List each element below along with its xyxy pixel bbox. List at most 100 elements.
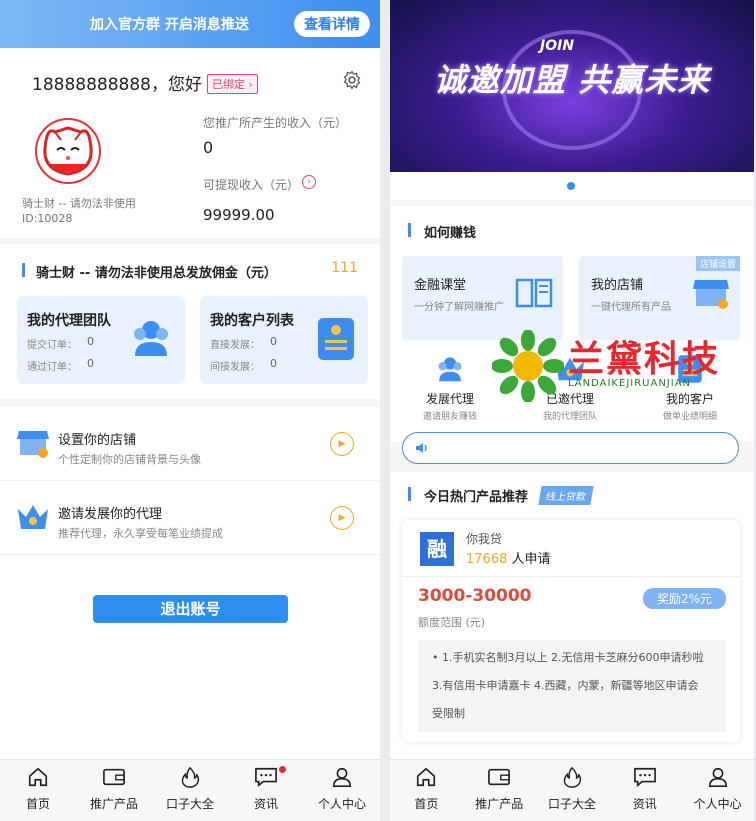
logout-button[interactable]: 退出账号 xyxy=(93,595,288,623)
tab-news[interactable]: 资讯 xyxy=(228,760,304,821)
desc-line: • 1.手机实名制3月以上 2.无信用卡芝麻分600申请秒啦 xyxy=(432,651,704,664)
tab-news[interactable]: 资讯 xyxy=(608,760,681,821)
tab-label: 个人中心 xyxy=(317,797,366,811)
tab-home[interactable]: 首页 xyxy=(0,760,76,821)
play-icon[interactable]: ▶ xyxy=(330,432,354,456)
tab-loans[interactable]: 口子大全 xyxy=(152,760,228,821)
tab-label: 资讯 xyxy=(632,797,657,811)
chevron-right-icon[interactable]: › xyxy=(302,175,316,189)
tab-profile[interactable]: 个人中心 xyxy=(681,760,754,821)
tab-label: 首页 xyxy=(414,797,439,811)
store-icon xyxy=(692,276,730,314)
play-icon[interactable]: ▶ xyxy=(330,506,354,530)
section-marker xyxy=(408,223,411,237)
bound-label: 已绑定 xyxy=(212,78,245,91)
menu-item-store[interactable]: 设置你的店铺 个性定制你的店铺背景与头像 ▶ xyxy=(0,407,380,481)
tab-label: 首页 xyxy=(25,797,50,811)
menu-title: 邀请发展你的代理 xyxy=(58,507,163,522)
hero-join: JOIN xyxy=(540,38,575,54)
card-value: 0 xyxy=(87,335,94,348)
income-label: 您推广所产生的收入（元） xyxy=(203,116,348,130)
message-icon xyxy=(255,767,277,787)
reward-badge: 奖励2%元 xyxy=(642,588,726,609)
commission-title: 骑士财 -- 请勿法非使用总发放佣金（元） xyxy=(36,266,277,281)
card-value: 0 xyxy=(270,335,277,348)
card-subtitle: 一键代理所有产品 xyxy=(591,302,671,313)
menu-item-invite[interactable]: 邀请发展你的代理 推荐代理，永久享受每笔业绩提成 ▶ xyxy=(0,481,380,555)
tab-bar: 首页 推广产品 口子大全 资讯 个人中心 xyxy=(0,759,380,821)
settings-menu: 设置你的店铺 个性定制你的店铺背景与头像 ▶ 邀请发展你的代理 推荐代理，永久享… xyxy=(0,407,380,555)
contact-card-icon xyxy=(316,316,356,366)
card-label: 直接发展： xyxy=(210,340,260,351)
store-icon xyxy=(16,427,50,463)
watermark-text: 兰黛科技 xyxy=(568,339,721,380)
withdraw-value: 99999.00 xyxy=(203,206,275,224)
user-id: 骑士财 -- 请勿法非使用ID:10028 xyxy=(22,197,136,225)
hero-text: 诚邀加盟 共赢未来 xyxy=(433,61,711,99)
banner-text: 加入官方群 开启消息推送 xyxy=(90,17,249,33)
watermark: 兰黛科技 LANDAIKEJIRUANJIAN xyxy=(492,326,752,416)
bound-badge[interactable]: 已绑定 › xyxy=(207,74,258,94)
hero-banner[interactable]: JOIN 诚邀加盟 共赢未来 xyxy=(390,0,754,172)
earn-title: 如何赚钱 xyxy=(424,226,477,241)
loan-range: 3000-30000 xyxy=(418,586,532,606)
avatar[interactable] xyxy=(35,118,101,184)
commission-section: 骑士财 -- 请勿法非使用总发放佣金（元） 111 我的代理团队 提交订单： 0… xyxy=(0,244,380,399)
customer-list-card[interactable]: 我的客户列表 直接发展： 0 间接发展： 0 xyxy=(200,296,368,384)
left-screen: 加入官方群 开启消息推送 查看详情 18888888888，您好 已绑定 › 骑… xyxy=(0,0,380,821)
pager-dot[interactable] xyxy=(567,182,575,190)
desc-line: 受限制 xyxy=(432,707,465,720)
home-icon xyxy=(417,767,436,787)
tab-products[interactable]: 推广产品 xyxy=(463,760,536,821)
team-icon xyxy=(129,316,173,364)
tab-label: 个人中心 xyxy=(693,797,742,811)
flower-logo-icon xyxy=(492,330,564,402)
tab-bar: 首页 推广产品 口子大全 资讯 个人中心 xyxy=(390,759,754,821)
group-banner[interactable]: 加入官方群 开启消息推送 查看详情 xyxy=(0,0,380,48)
profile-card: 18888888888，您好 已绑定 › 骑士财 -- 请勿法非使用ID:100… xyxy=(0,48,380,238)
right-screen: JOIN 诚邀加盟 共赢未来 如何赚钱 金融课堂 一分钟了解网赚推广 店铺设置 … xyxy=(390,0,754,821)
store-settings-tag[interactable]: 店铺设置 xyxy=(695,256,740,271)
tab-label: 推广产品 xyxy=(89,797,138,811)
desc-line: 3.有信用卡申请嘉卡 4.西藏，内蒙，新疆等地区申请会 xyxy=(432,679,699,692)
message-icon xyxy=(633,767,656,787)
tab-label: 口子大全 xyxy=(165,797,214,811)
section-marker xyxy=(408,487,411,501)
book-icon xyxy=(515,276,553,312)
gear-icon[interactable] xyxy=(342,70,362,94)
hot-title: 今日热门产品推荐 xyxy=(424,490,529,505)
speaker-icon xyxy=(416,443,427,453)
product-card[interactable]: 融 你我贷 17668 人申请 3000-30000 奖励2%元 额度范围 (元… xyxy=(402,520,740,742)
carousel-pager xyxy=(390,172,754,200)
income-value: 0 xyxy=(203,138,214,157)
tab-label: 资讯 xyxy=(253,797,278,811)
wallet-icon xyxy=(103,768,125,786)
tab-label: 口子大全 xyxy=(547,797,596,811)
menu-title: 设置你的店铺 xyxy=(58,433,137,448)
tab-home[interactable]: 首页 xyxy=(390,760,463,821)
user-icon xyxy=(708,767,727,787)
tab-loans[interactable]: 口子大全 xyxy=(536,760,609,821)
wallet-icon xyxy=(488,768,511,786)
team-icon xyxy=(438,357,462,382)
card-label: 间接发展： xyxy=(210,362,260,373)
greeting: 18888888888，您好 xyxy=(32,75,202,95)
range-label: 额度范围 (元) xyxy=(418,616,486,629)
watermark-subtext: LANDAIKEJIRUANJIAN xyxy=(568,378,692,389)
applicant-suffix: 人申请 xyxy=(507,552,551,567)
online-loan-tag[interactable]: 线上贷款 xyxy=(538,486,594,505)
divider xyxy=(402,576,740,577)
product-logo: 融 xyxy=(420,532,454,566)
view-details-button[interactable]: 查看详情 xyxy=(294,11,370,37)
flame-icon xyxy=(181,766,200,788)
tab-profile[interactable]: 个人中心 xyxy=(304,760,380,821)
card-title: 我的代理团队 xyxy=(27,313,111,329)
card-label: 通过订单： xyxy=(27,362,77,373)
card-subtitle: 一分钟了解网赚推广 xyxy=(414,302,504,313)
card-title: 我的店铺 xyxy=(591,278,644,293)
notification-dot xyxy=(279,766,286,773)
logout-area: 退出账号 xyxy=(0,555,380,763)
notice-bar[interactable] xyxy=(402,432,739,464)
tab-products[interactable]: 推广产品 xyxy=(76,760,152,821)
agent-team-card[interactable]: 我的代理团队 提交订单： 0 通过订单： 0 xyxy=(17,296,185,384)
